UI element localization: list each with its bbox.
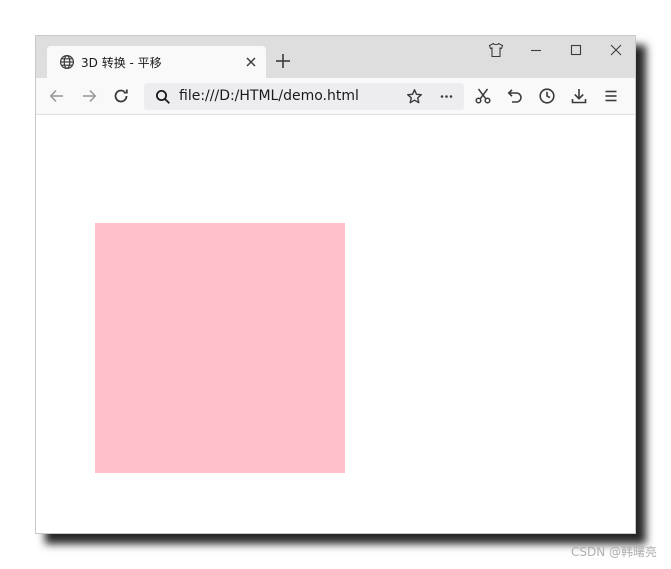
page-content — [36, 115, 635, 533]
close-window-icon[interactable] — [608, 42, 624, 58]
download-icon[interactable] — [570, 87, 588, 105]
maximize-icon[interactable] — [568, 42, 584, 58]
watermark: CSDN @韩曙亮 — [570, 545, 657, 559]
nav-toolbar: file:///D:/HTML/demo.html — [36, 78, 635, 115]
customize-shirt-icon[interactable] — [488, 42, 504, 58]
forward-icon[interactable] — [80, 87, 98, 105]
address-bar[interactable]: file:///D:/HTML/demo.html — [144, 83, 464, 110]
minimize-icon[interactable] — [528, 42, 544, 58]
url-text[interactable]: file:///D:/HTML/demo.html — [179, 88, 359, 104]
browser-window: 3D 转换 - 平移 file:///D:/HTML/demo.html — [35, 35, 636, 534]
undo-icon[interactable] — [506, 87, 524, 105]
tab-active[interactable]: 3D 转换 - 平移 — [47, 46, 266, 78]
tab-title: 3D 转换 - 平移 — [81, 56, 162, 70]
title-bar: 3D 转换 - 平移 — [36, 36, 635, 78]
scissors-icon[interactable] — [474, 87, 492, 105]
bookmark-star-icon[interactable] — [406, 88, 423, 105]
new-tab-button[interactable] — [274, 52, 292, 70]
search-icon — [155, 89, 171, 105]
page-actions-more-icon[interactable] — [438, 88, 455, 105]
back-icon[interactable] — [48, 87, 66, 105]
close-tab-icon[interactable] — [244, 55, 258, 69]
pink-box — [95, 223, 345, 473]
globe-icon — [59, 54, 75, 70]
menu-hamburger-icon[interactable] — [602, 87, 620, 105]
reload-icon[interactable] — [112, 87, 130, 105]
history-clock-icon[interactable] — [538, 87, 556, 105]
